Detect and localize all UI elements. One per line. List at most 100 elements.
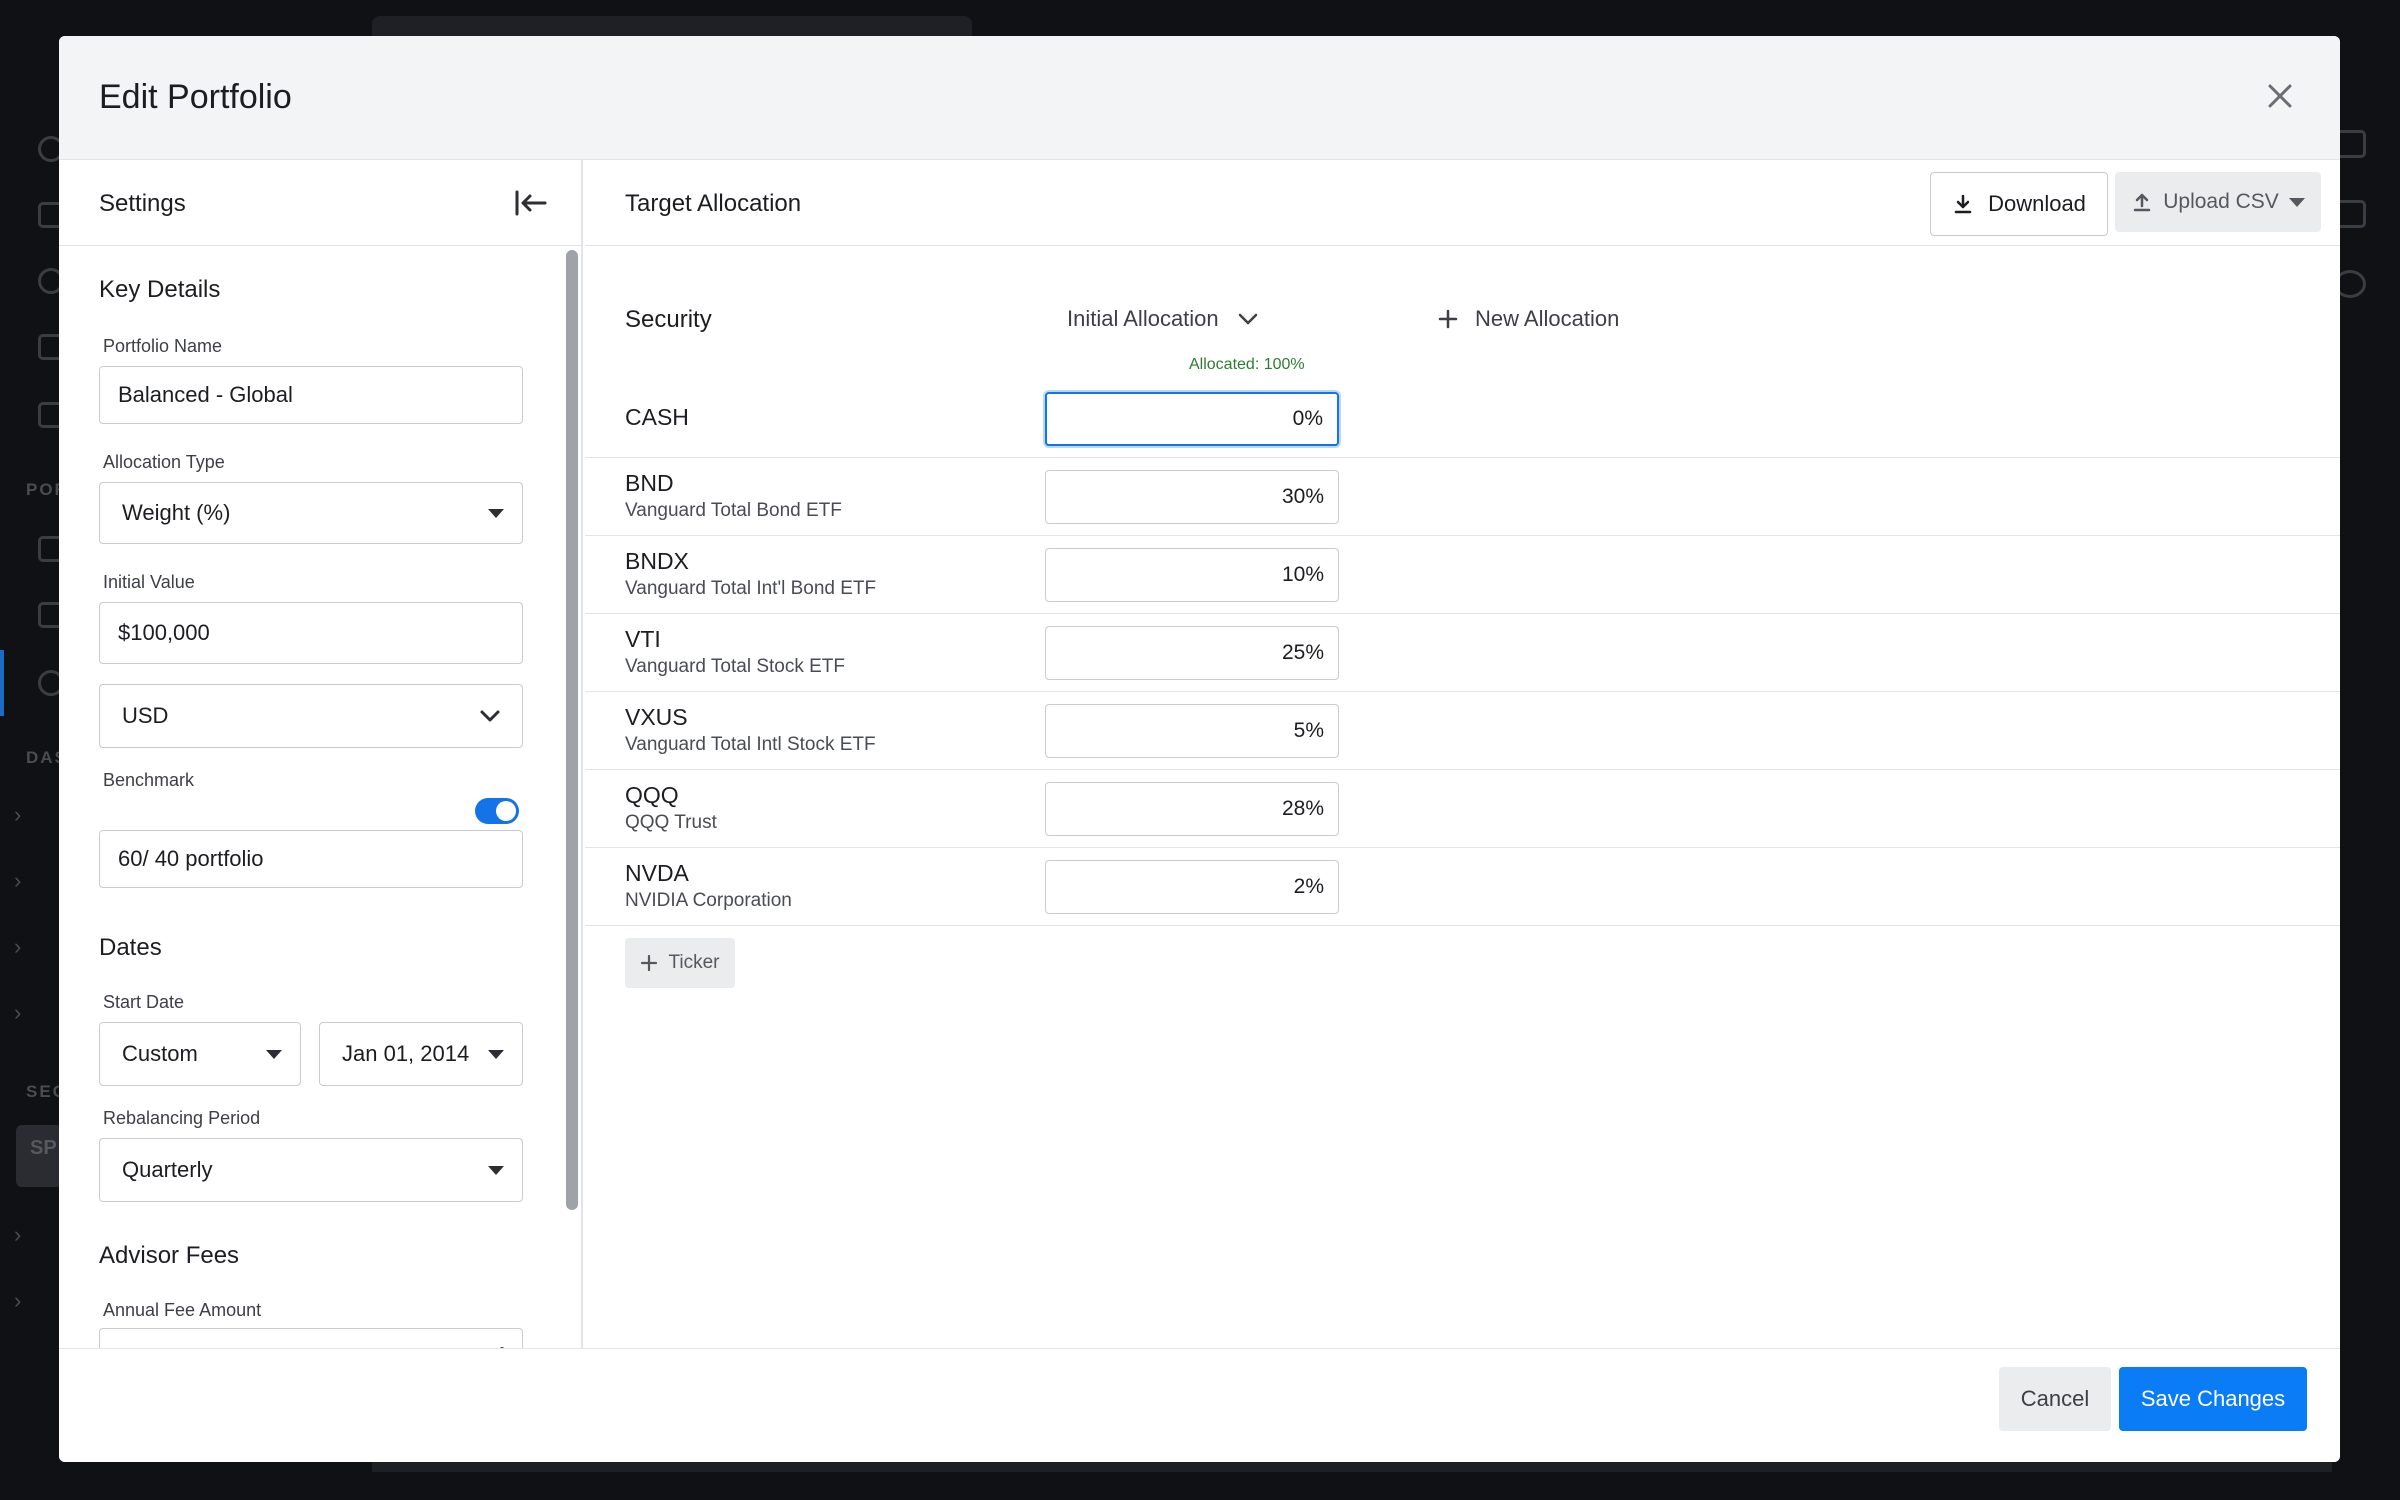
row-symbol: QQQ <box>625 782 679 808</box>
row-security-name: Vanguard Total Stock ETF <box>625 656 846 677</box>
row-symbol: BNDX <box>625 548 689 574</box>
security-column-header: Security <box>625 306 712 333</box>
allocation-input-vxus[interactable]: 5% <box>1045 704 1339 758</box>
chevron-right-icon: › <box>14 1222 22 1247</box>
download-icon <box>1954 194 1972 214</box>
portfolio-name-label: Portfolio Name <box>103 336 223 356</box>
row-symbol: VTI <box>625 626 661 652</box>
caret-down-icon <box>488 1165 504 1175</box>
advisor-fees-heading: Advisor Fees <box>99 1242 240 1269</box>
allocation-input-vti[interactable]: 25% <box>1045 626 1339 680</box>
allocation-type-value: Weight (%) <box>122 500 231 525</box>
chip-top: SP <box>30 1137 57 1159</box>
allocation-value: 5% <box>1293 719 1324 742</box>
allocation-input-qqq[interactable]: 28% <box>1045 782 1339 836</box>
download-label: Download <box>1988 191 2086 216</box>
allocation-row-qqq: QQQ QQQ Trust 28% <box>585 770 2340 848</box>
initial-allocation-dropdown[interactable]: Initial Allocation <box>1067 306 1261 332</box>
row-security-name: Vanguard Total Int'l Bond ETF <box>625 578 877 599</box>
row-security-name: Vanguard Total Intl Stock ETF <box>625 734 876 755</box>
modal-footer: Cancel Save Changes <box>59 1348 2340 1462</box>
chevron-right-icon: › <box>14 1288 22 1313</box>
allocation-input-nvda[interactable]: 2% <box>1045 860 1339 914</box>
allocation-row-bnd: BND Vanguard Total Bond ETF 30% <box>585 458 2340 536</box>
plus-icon <box>641 954 658 972</box>
upload-csv-button[interactable]: Upload CSV <box>2115 172 2321 232</box>
allocation-value: 2% <box>1293 875 1324 898</box>
allocation-header: Target Allocation Download Upload CSV <box>585 160 2340 246</box>
add-ticker-label: Ticker <box>668 952 720 973</box>
chevron-right-icon: › <box>14 1000 22 1025</box>
allocation-value: 0% <box>1292 407 1323 430</box>
settings-panel: Settings Key Details Portfolio Name Bala… <box>59 160 583 1348</box>
toggle-knob <box>496 801 516 821</box>
annual-fee-label: Annual Fee Amount <box>103 1300 262 1320</box>
initial-value-value: $100,000 <box>118 620 210 645</box>
background-bar <box>372 1462 2332 1472</box>
benchmark-input[interactable]: 60/ 40 portfolio <box>99 830 523 888</box>
chevron-right-icon: › <box>14 802 22 827</box>
collapse-panel-button[interactable] <box>511 186 551 220</box>
modal-header: Edit Portfolio <box>59 36 2340 160</box>
allocation-value: 25% <box>1281 641 1324 664</box>
upload-csv-label: Upload CSV <box>2163 190 2279 213</box>
background-chip: SP <box>16 1125 62 1187</box>
edit-portfolio-modal: Edit Portfolio Settings Key Details Port… <box>59 36 2340 1462</box>
new-allocation-button[interactable]: New Allocation <box>1437 306 1619 332</box>
row-security-name: QQQ Trust <box>625 812 717 833</box>
currency-select[interactable]: USD <box>99 684 523 748</box>
start-date-mode-select[interactable]: Custom <box>99 1022 301 1086</box>
caret-down-icon <box>488 1049 504 1059</box>
rebalancing-period-label: Rebalancing Period <box>103 1108 261 1128</box>
settings-title: Settings <box>99 190 186 217</box>
save-changes-button[interactable]: Save Changes <box>2119 1367 2307 1431</box>
allocation-input-bndx[interactable]: 10% <box>1045 548 1339 602</box>
close-button[interactable] <box>2260 76 2300 116</box>
initial-value-input[interactable]: $100,000 <box>99 602 523 664</box>
add-ticker-button[interactable]: Ticker <box>625 938 735 988</box>
allocation-type-select[interactable]: Weight (%) <box>99 482 523 544</box>
initial-value-label: Initial Value <box>103 572 195 592</box>
allocation-row-vxus: VXUS Vanguard Total Intl Stock ETF 5% <box>585 692 2340 770</box>
settings-header: Settings <box>59 160 583 246</box>
start-date-mode-value: Custom <box>122 1041 198 1066</box>
rebalancing-period-select[interactable]: Quarterly <box>99 1138 523 1202</box>
currency-value: USD <box>122 703 169 728</box>
chevron-down-icon <box>476 702 504 730</box>
allocation-row-nvda: NVDA NVIDIA Corporation 2% <box>585 848 2340 926</box>
allocation-input-bnd[interactable]: 30% <box>1045 470 1339 524</box>
caret-down-icon <box>266 1049 282 1059</box>
allocation-row-cash: CASH 0% <box>585 380 2340 458</box>
initial-allocation-label: Initial Allocation <box>1067 306 1219 331</box>
allocation-input-cash[interactable]: 0% <box>1045 392 1339 446</box>
row-symbol: NVDA <box>625 860 689 886</box>
allocation-type-label: Allocation Type <box>103 452 225 472</box>
allocation-value: 30% <box>1281 485 1324 508</box>
rebalancing-period-value: Quarterly <box>122 1157 213 1182</box>
start-date-picker[interactable]: Jan 01, 2014 <box>319 1022 523 1086</box>
benchmark-toggle[interactable] <box>475 798 519 824</box>
caret-down-icon <box>488 508 504 518</box>
plus-icon <box>1438 309 1458 329</box>
row-security-name: Vanguard Total Bond ETF <box>625 500 842 521</box>
dates-heading: Dates <box>99 934 162 961</box>
target-allocation-panel: Target Allocation Download Upload CSV Se… <box>585 160 2340 1348</box>
modal-title: Edit Portfolio <box>99 78 292 116</box>
allocation-row-bndx: BNDX Vanguard Total Int'l Bond ETF 10% <box>585 536 2340 614</box>
close-icon <box>2268 84 2292 108</box>
start-date-label: Start Date <box>103 992 185 1012</box>
allocation-title: Target Allocation <box>625 190 802 217</box>
allocated-total: Allocated: 100% <box>1189 356 1305 373</box>
row-symbol: VXUS <box>625 704 688 730</box>
allocation-value: 10% <box>1281 563 1324 586</box>
chevron-right-icon: › <box>14 934 22 959</box>
cancel-button[interactable]: Cancel <box>1999 1367 2111 1431</box>
download-button[interactable]: Download <box>1930 172 2108 236</box>
row-symbol: CASH <box>625 404 689 430</box>
portfolio-name-input[interactable]: Balanced - Global <box>99 366 523 424</box>
chevron-right-icon: › <box>14 868 22 893</box>
annual-fee-input[interactable]: 1 ⁒ <box>99 1328 523 1348</box>
portfolio-name-value: Balanced - Global <box>118 382 293 407</box>
settings-scrollbar[interactable] <box>566 250 578 1210</box>
row-symbol: BND <box>625 470 674 496</box>
